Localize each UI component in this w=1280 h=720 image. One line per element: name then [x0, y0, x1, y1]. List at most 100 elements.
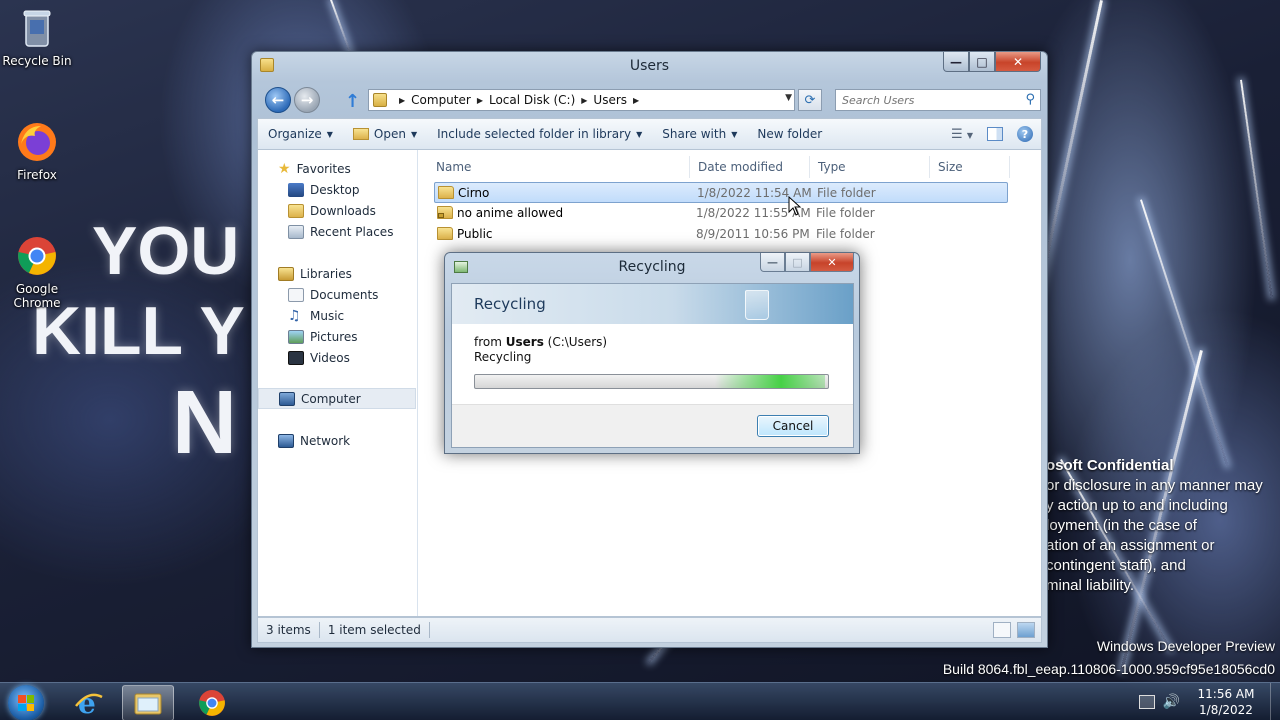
computer-icon — [279, 391, 295, 406]
chrome-icon — [199, 690, 225, 716]
music-icon: ♫ — [288, 307, 301, 324]
search-icon[interactable]: ⚲ — [1025, 92, 1035, 107]
refresh-button[interactable]: ⟳ — [798, 89, 822, 111]
nav-recent-places[interactable]: Recent Places — [258, 221, 416, 242]
navigation-pane: ★ Favorites Desktop Downloads Recent Pla… — [258, 150, 418, 616]
taskbar-internet-explorer[interactable]: e — [63, 685, 115, 720]
chevron-down-icon[interactable]: ▼ — [785, 93, 792, 103]
chevron-right-icon[interactable]: ▶ — [633, 96, 639, 105]
from-prefix: from — [474, 335, 506, 349]
star-icon: ★ — [278, 160, 291, 177]
column-header-date[interactable]: Date modified — [690, 156, 810, 178]
clock[interactable]: 11:56 AM 1/8/2022 — [1194, 686, 1258, 718]
details-view-icon[interactable] — [993, 622, 1011, 638]
organize-label: Organize — [268, 127, 322, 141]
row-date: 8/9/2011 10:56 PM — [696, 227, 810, 241]
forward-button[interactable]: → — [294, 87, 320, 113]
nav-pictures[interactable]: Pictures — [258, 326, 416, 347]
chevron-right-icon[interactable]: ▶ — [399, 96, 405, 105]
minimize-button[interactable]: — — [943, 52, 969, 72]
large-icons-view-icon[interactable] — [1017, 622, 1035, 638]
organize-menu[interactable]: Organize ▼ — [258, 119, 343, 149]
row-name: no anime allowed — [457, 206, 564, 220]
new-folder-button[interactable]: New folder — [747, 119, 832, 149]
internet-explorer-icon: e — [75, 688, 103, 718]
nav-desktop[interactable]: Desktop — [258, 179, 416, 200]
folder-icon — [437, 227, 453, 240]
dialog-maximize-button: □ — [785, 253, 810, 272]
nav-computer[interactable]: Computer — [258, 388, 416, 409]
window-title: Users — [629, 58, 670, 74]
desktop-icon-firefox[interactable]: Firefox — [0, 120, 74, 182]
preview-pane-icon[interactable] — [987, 127, 1003, 141]
search-box: ⚲ — [835, 89, 1041, 111]
chevron-down-icon: ▼ — [731, 129, 738, 139]
recycling-dialog: Recycling — □ ✕ Recycling from Users (C:… — [444, 252, 860, 454]
breadcrumb-users[interactable]: Users — [593, 93, 627, 107]
lightning-streak — [1140, 199, 1229, 467]
nav-libraries[interactable]: Libraries — [258, 263, 416, 284]
nav-network[interactable]: Network — [258, 430, 416, 451]
show-desktop-button[interactable] — [1270, 683, 1280, 720]
row-type: File folder — [816, 227, 875, 241]
watermark-line: loyment (in the case of — [1046, 517, 1197, 534]
share-with-menu[interactable]: Share with ▼ — [652, 119, 747, 149]
lightning-streak — [1240, 79, 1273, 298]
explorer-titlebar[interactable]: Users — □ ✕ — [252, 52, 1047, 80]
cancel-button[interactable]: Cancel — [757, 415, 829, 437]
action-center-flag-icon[interactable] — [1138, 695, 1155, 709]
search-input[interactable] — [836, 90, 1016, 110]
table-row[interactable]: no anime allowed 1/8/2022 11:55 AM File … — [434, 203, 1008, 224]
row-type: File folder — [817, 186, 876, 200]
dialog-close-button[interactable]: ✕ — [810, 253, 854, 272]
taskbar-chrome[interactable] — [186, 685, 238, 720]
dialog-minimize-button[interactable]: — — [760, 253, 785, 272]
up-arrow-icon[interactable]: ↑ — [345, 91, 360, 112]
lock-icon — [438, 213, 444, 218]
breadcrumb-computer[interactable]: Computer — [411, 93, 471, 107]
start-button[interactable] — [8, 685, 44, 720]
include-in-library-menu[interactable]: Include selected folder in library ▼ — [427, 119, 652, 149]
include-label: Include selected folder in library — [437, 127, 632, 141]
watermark-line: contingent staff), and — [1046, 557, 1186, 574]
maximize-button[interactable]: □ — [969, 52, 995, 72]
clock-date: 1/8/2022 — [1199, 703, 1253, 717]
build-watermark-line2: Build 8064.fbl_eeap.110806-1000.959cf95e… — [942, 661, 1275, 677]
dialog-footer: Cancel — [452, 404, 853, 447]
pictures-icon — [288, 329, 304, 344]
file-explorer-icon — [134, 693, 162, 715]
nav-favorites[interactable]: ★ Favorites — [258, 158, 416, 179]
lightning-streak — [330, 0, 353, 57]
nav-music[interactable]: ♫ Music — [258, 305, 416, 326]
column-header-name[interactable]: Name — [428, 156, 690, 178]
column-header-size[interactable]: Size — [930, 156, 1010, 178]
close-button[interactable]: ✕ — [995, 52, 1041, 72]
chevron-right-icon[interactable]: ▶ — [581, 96, 587, 105]
back-button[interactable]: ← — [265, 87, 291, 113]
desktop-icon-chrome[interactable]: Google Chrome — [0, 234, 74, 310]
mouse-cursor-icon — [788, 195, 802, 219]
nav-downloads[interactable]: Downloads — [258, 200, 416, 221]
row-name: Public — [457, 227, 493, 241]
breadcrumb-local-disk[interactable]: Local Disk (C:) — [489, 93, 575, 107]
taskbar-explorer[interactable] — [122, 685, 174, 720]
address-bar[interactable]: ▶ Computer ▶ Local Disk (C:) ▶ Users ▶ ▼ — [368, 89, 795, 111]
chevron-right-icon[interactable]: ▶ — [477, 96, 483, 105]
volume-icon[interactable]: 🔊 — [1163, 694, 1180, 710]
column-header-type[interactable]: Type — [810, 156, 930, 178]
chevron-down-icon: ▼ — [326, 129, 333, 139]
nav-documents[interactable]: Documents — [258, 284, 416, 305]
table-row[interactable]: Cirno 1/8/2022 11:54 AM File folder — [434, 182, 1008, 203]
view-options-icon[interactable]: ☰ ▼ — [951, 127, 973, 142]
table-row[interactable]: Public 8/9/2011 10:56 PM File folder — [434, 224, 1008, 245]
action-line: Recycling — [474, 350, 532, 364]
open-menu[interactable]: Open ▼ — [343, 119, 427, 149]
nav-label: Computer — [301, 391, 361, 406]
item-count: 3 items — [266, 623, 311, 637]
help-icon[interactable]: ? — [1017, 126, 1033, 142]
status-bar: 3 items 1 item selected — [257, 617, 1042, 643]
nav-label: Downloads — [310, 203, 376, 218]
nav-videos[interactable]: Videos — [258, 347, 416, 368]
desktop-icon-recycle-bin[interactable]: Recycle Bin — [0, 6, 74, 68]
taskbar: e 🔊 11:56 AM 1/8/2022 — [0, 682, 1280, 720]
